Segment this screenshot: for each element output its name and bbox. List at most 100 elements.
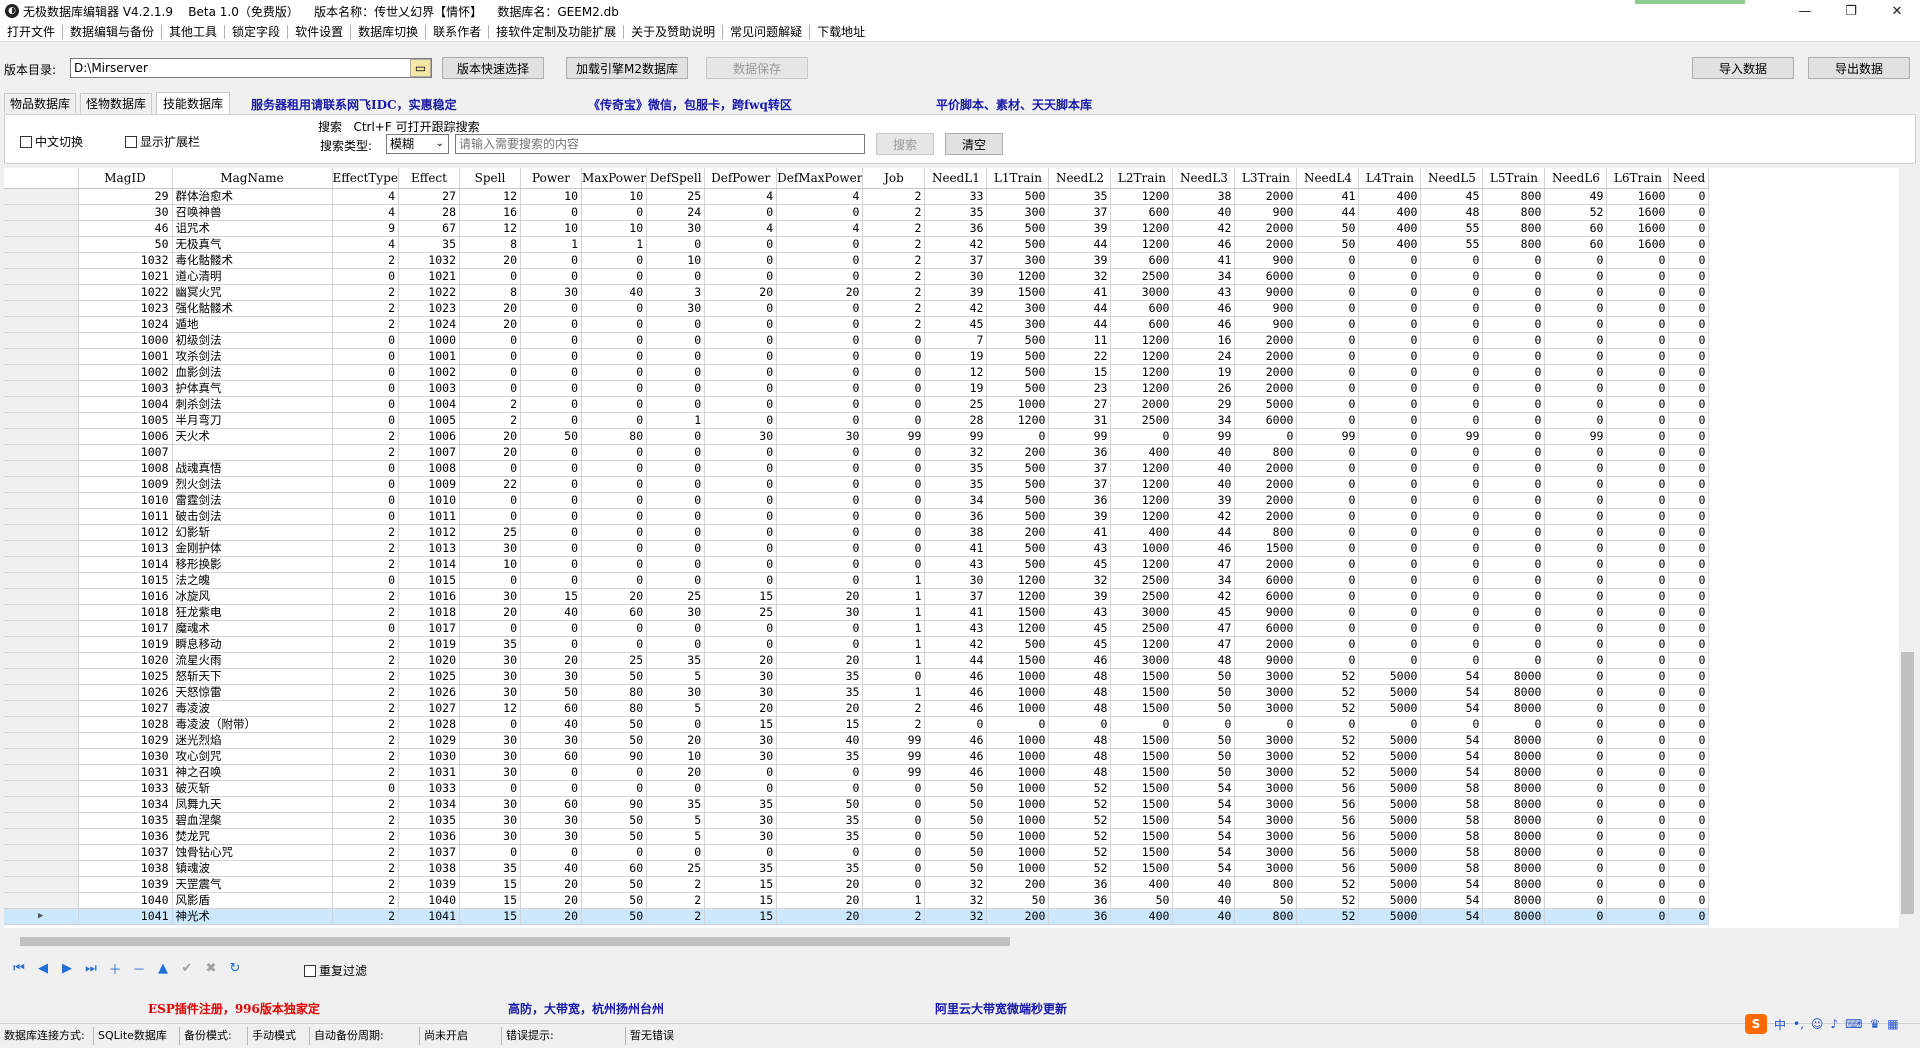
table-cell[interactable]: 29 xyxy=(78,188,173,205)
table-cell[interactable]: 50 xyxy=(776,796,864,813)
table-cell[interactable]: 0 xyxy=(646,716,706,733)
table-cell[interactable]: 44 xyxy=(1048,300,1112,317)
table-cell[interactable]: 46 xyxy=(1172,316,1236,333)
table-cell[interactable]: 0 xyxy=(1358,300,1422,317)
table-cell[interactable]: 800 xyxy=(1234,524,1298,541)
table-cell[interactable]: 5 xyxy=(646,828,706,845)
table-cell[interactable]: 0 xyxy=(520,780,582,797)
table-cell[interactable]: 45 xyxy=(924,316,988,333)
table-cell[interactable]: 400 xyxy=(1358,188,1422,205)
table-cell[interactable]: 27 xyxy=(398,188,460,205)
table-cell[interactable]: 0 xyxy=(1482,268,1546,285)
table-cell[interactable]: 0 xyxy=(1482,364,1546,381)
table-cell[interactable]: 0 xyxy=(1296,268,1360,285)
delete-record-icon[interactable]: － xyxy=(128,958,150,978)
table-row[interactable]: 1000 初级剑法 0 1000 0 0 0 0 0 0 0 7 500 11 1200 16 2000 0 0 0 0… xyxy=(4,332,1710,349)
table-cell[interactable]: 5000 xyxy=(1358,860,1422,877)
table-cell[interactable]: 0 xyxy=(459,780,521,797)
menu-settings[interactable]: 软件设置 xyxy=(288,23,350,40)
table-cell[interactable]: 1041 xyxy=(398,908,460,925)
table-cell[interactable]: 0 xyxy=(776,364,864,381)
table-cell[interactable]: 42 xyxy=(1172,508,1236,525)
table-cell[interactable]: 0 xyxy=(862,524,926,541)
table-cell[interactable]: 1200 xyxy=(1110,348,1174,365)
table-cell[interactable]: 30 xyxy=(520,812,582,829)
table-cell[interactable]: 500 xyxy=(986,460,1050,477)
table-cell[interactable]: 2 xyxy=(332,444,399,461)
refresh-icon[interactable]: ↻ xyxy=(224,958,246,978)
table-cell[interactable]: 1024 xyxy=(398,316,460,333)
table-cell[interactable]: 23 xyxy=(1048,380,1112,397)
table-row[interactable]: 1023 强化骷髅术 2 1023 20 0 0 30 0 0 2 42 300 44 600 46 900 0 0… xyxy=(4,300,1710,317)
table-cell[interactable]: 6000 xyxy=(1234,268,1298,285)
table-cell[interactable]: 1005 xyxy=(398,412,460,429)
table-cell[interactable]: 1200 xyxy=(1110,508,1174,525)
table-cell[interactable]: 2 xyxy=(332,652,399,669)
table-cell[interactable]: 0 xyxy=(646,236,706,253)
row-indicator[interactable] xyxy=(4,284,79,301)
table-cell[interactable]: 200 xyxy=(986,524,1050,541)
row-indicator[interactable] xyxy=(4,764,79,781)
table-cell[interactable]: 0 xyxy=(1296,460,1360,477)
table-cell[interactable]: 10 xyxy=(459,556,521,573)
table-cell[interactable]: 0 xyxy=(1544,348,1608,365)
table-cell[interactable]: 1 xyxy=(862,892,926,909)
table-cell[interactable]: 30 xyxy=(78,204,173,221)
table-cell[interactable]: 4 xyxy=(332,188,399,205)
table-cell[interactable]: 55 xyxy=(1420,220,1484,237)
table-cell[interactable]: 0 xyxy=(704,364,778,381)
table-cell[interactable]: 30 xyxy=(704,828,778,845)
table-row[interactable]: 1020 流星火雨 2 1020 30 20 25 35 20 20 1 44 1500 46 3000 48… xyxy=(4,652,1710,669)
table-cell[interactable]: 0 xyxy=(520,396,582,413)
toolbox-icon[interactable]: ▦ xyxy=(1887,1017,1898,1031)
table-cell[interactable]: 2 xyxy=(332,284,399,301)
table-cell[interactable]: 0 xyxy=(1544,716,1608,733)
table-cell[interactable]: 2 xyxy=(646,892,706,909)
table-cell[interactable]: 0 xyxy=(1606,556,1670,573)
table-cell[interactable]: 0 xyxy=(581,572,648,589)
table-cell[interactable]: 20 xyxy=(520,892,582,909)
table-cell[interactable]: 400 xyxy=(1110,908,1174,925)
table-cell[interactable]: 50 xyxy=(924,828,988,845)
table-cell[interactable]: 25 xyxy=(646,188,706,205)
table-cell[interactable]: 0 xyxy=(704,444,778,461)
table-cell[interactable]: 400 xyxy=(1110,876,1174,893)
table-cell[interactable]: 54 xyxy=(1420,732,1484,749)
table-cell[interactable]: 0 xyxy=(1358,316,1422,333)
table-cell[interactable]: 37 xyxy=(1048,460,1112,477)
table-row[interactable]: 1018 狂龙紫电 2 1018 20 40 60 30 25 30 1 41 1500 43 3000 45… xyxy=(4,604,1710,621)
table-cell[interactable]: 0 xyxy=(704,268,778,285)
table-cell[interactable]: 0 xyxy=(332,364,399,381)
table-cell[interactable]: 0 xyxy=(776,412,864,429)
table-cell[interactable]: 0 xyxy=(1606,380,1670,397)
table-cell[interactable]: 2 xyxy=(862,284,926,301)
table-cell[interactable]: 0 xyxy=(1296,300,1360,317)
table-cell[interactable]: 无极真气 xyxy=(172,236,333,253)
row-indicator[interactable] xyxy=(4,188,79,205)
table-cell[interactable]: 19 xyxy=(1172,364,1236,381)
table-cell[interactable]: 1 xyxy=(581,236,648,253)
table-cell[interactable]: 29 xyxy=(1172,396,1236,413)
table-cell[interactable]: 0 xyxy=(1668,684,1710,701)
table-cell[interactable]: 5000 xyxy=(1358,876,1422,893)
table-cell[interactable]: 0 xyxy=(1668,364,1710,381)
table-cell[interactable]: 5 xyxy=(646,700,706,717)
table-cell[interactable]: 8000 xyxy=(1482,684,1546,701)
table-cell[interactable]: 0 xyxy=(776,348,864,365)
table-cell[interactable]: 0 xyxy=(520,508,582,525)
table-cell[interactable]: 35 xyxy=(398,236,460,253)
table-cell[interactable]: 2000 xyxy=(1234,332,1298,349)
table-cell[interactable]: 0 xyxy=(1606,316,1670,333)
table-cell[interactable]: 0 xyxy=(1358,284,1422,301)
table-cell[interactable]: 15 xyxy=(704,876,778,893)
table-cell[interactable]: 1500 xyxy=(1110,780,1174,797)
table-cell[interactable]: 4 xyxy=(704,188,778,205)
table-cell[interactable]: 法之魄 xyxy=(172,572,333,589)
column-header[interactable]: NeedL1 xyxy=(924,168,988,189)
table-cell[interactable]: 0 xyxy=(1482,716,1546,733)
table-cell[interactable]: 99 xyxy=(1544,428,1608,445)
column-header[interactable]: DefPower xyxy=(704,168,778,189)
table-cell[interactable]: 0 xyxy=(1544,444,1608,461)
table-cell[interactable]: 0 xyxy=(1544,476,1608,493)
table-cell[interactable]: 1037 xyxy=(78,844,173,861)
